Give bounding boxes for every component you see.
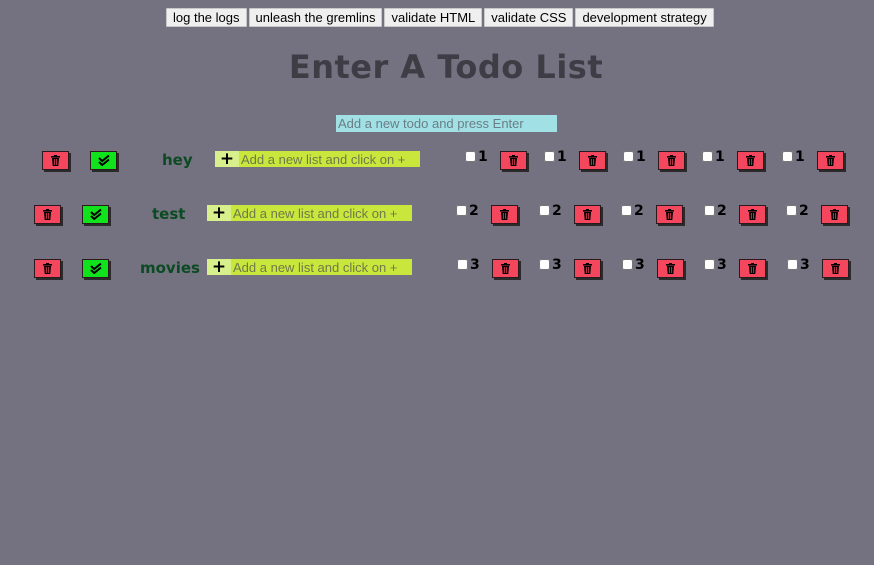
delete-list-item-button[interactable]	[656, 205, 683, 224]
complete-todo-button[interactable]	[82, 259, 109, 278]
trash-icon	[43, 209, 52, 220]
list-item-label: 1	[557, 149, 567, 165]
trash-icon	[509, 155, 518, 166]
todo-row: hey + 1 1 1 1 1	[0, 149, 874, 171]
delete-list-item-button[interactable]	[574, 205, 601, 224]
trash-icon	[831, 263, 840, 274]
list-item-checkbox[interactable]	[544, 151, 555, 162]
add-list-button[interactable]: +	[215, 149, 239, 169]
list-item-checkbox[interactable]	[623, 151, 634, 162]
add-list-group: +	[207, 203, 412, 223]
trash-icon	[583, 209, 592, 220]
list-item-checkbox[interactable]	[704, 259, 715, 270]
todo-name: hey	[162, 151, 193, 169]
todo-name: movies	[140, 259, 200, 277]
validate-html-button[interactable]: validate HTML	[384, 8, 483, 27]
delete-list-item-button[interactable]	[492, 259, 519, 278]
trash-icon	[748, 263, 757, 274]
list-item-checkbox[interactable]	[456, 205, 467, 216]
delete-list-item-button[interactable]	[821, 205, 848, 224]
double-check-icon	[89, 263, 102, 274]
add-list-input[interactable]	[231, 259, 412, 275]
add-list-button[interactable]: +	[207, 203, 231, 223]
delete-todo-button[interactable]	[42, 151, 69, 170]
log-the-logs-button[interactable]: log the logs	[166, 8, 247, 27]
page-title: Enter A Todo List	[288, 48, 604, 86]
delete-list-item-button[interactable]	[574, 259, 601, 278]
trash-icon	[583, 263, 592, 274]
complete-todo-button[interactable]	[82, 205, 109, 224]
trash-icon	[588, 155, 597, 166]
complete-todo-button[interactable]	[90, 151, 117, 170]
double-check-icon	[89, 209, 102, 220]
list-item-checkbox[interactable]	[457, 259, 468, 270]
trash-icon	[746, 155, 755, 166]
delete-list-item-button[interactable]	[491, 205, 518, 224]
delete-list-item-button[interactable]	[658, 151, 685, 170]
list-item-checkbox[interactable]	[539, 259, 550, 270]
list-item-label: 3	[717, 257, 727, 273]
development-strategy-button[interactable]: development strategy	[575, 8, 714, 27]
trash-icon	[748, 209, 757, 220]
trash-icon	[43, 263, 52, 274]
double-check-icon	[97, 155, 110, 166]
unleash-gremlins-button[interactable]: unleash the gremlins	[248, 8, 383, 27]
delete-list-item-button[interactable]	[579, 151, 606, 170]
trash-icon	[665, 209, 674, 220]
validate-css-button[interactable]: validate CSS	[484, 8, 574, 27]
add-list-input[interactable]	[239, 151, 420, 167]
list-item-label: 2	[552, 203, 562, 219]
list-item-label: 3	[470, 257, 480, 273]
delete-list-item-button[interactable]	[817, 151, 844, 170]
list-item-checkbox[interactable]	[702, 151, 713, 162]
trash-icon	[826, 155, 835, 166]
delete-list-item-button[interactable]	[657, 259, 684, 278]
todo-name: test	[152, 205, 186, 223]
list-item-label: 1	[636, 149, 646, 165]
add-list-group: +	[207, 257, 412, 277]
add-list-button[interactable]: +	[207, 257, 231, 277]
trash-icon	[51, 155, 60, 166]
new-todo-input[interactable]	[336, 115, 557, 132]
delete-list-item-button[interactable]	[737, 151, 764, 170]
delete-list-item-button[interactable]	[500, 151, 527, 170]
list-item-checkbox[interactable]	[621, 205, 632, 216]
trash-icon	[500, 209, 509, 220]
plus-icon: +	[211, 257, 227, 277]
list-item-label: 3	[635, 257, 645, 273]
list-item-label: 1	[795, 149, 805, 165]
list-item-checkbox[interactable]	[622, 259, 633, 270]
todo-row: movies + 3 3 3 3 3	[0, 257, 874, 279]
list-item-label: 2	[799, 203, 809, 219]
dev-toolbar: log the logs unleash the gremlins valida…	[166, 8, 714, 27]
list-item-label: 3	[800, 257, 810, 273]
delete-todo-button[interactable]	[34, 259, 61, 278]
list-item-label: 1	[478, 149, 488, 165]
list-item-label: 2	[717, 203, 727, 219]
trash-icon	[667, 155, 676, 166]
delete-list-item-button[interactable]	[739, 259, 766, 278]
list-item-checkbox[interactable]	[465, 151, 476, 162]
list-item-label: 2	[469, 203, 479, 219]
list-item-checkbox[interactable]	[787, 259, 798, 270]
plus-icon: +	[219, 149, 235, 169]
list-item-label: 3	[552, 257, 562, 273]
add-list-input[interactable]	[231, 205, 412, 221]
list-item-label: 2	[634, 203, 644, 219]
delete-todo-button[interactable]	[34, 205, 61, 224]
list-item-checkbox[interactable]	[786, 205, 797, 216]
delete-list-item-button[interactable]	[739, 205, 766, 224]
todo-row: test + 2 2 2 2 2	[0, 203, 874, 225]
list-item-checkbox[interactable]	[704, 205, 715, 216]
list-item-label: 1	[715, 149, 725, 165]
trash-icon	[501, 263, 510, 274]
delete-list-item-button[interactable]	[822, 259, 849, 278]
plus-icon: +	[211, 203, 227, 223]
list-item-checkbox[interactable]	[539, 205, 550, 216]
trash-icon	[830, 209, 839, 220]
list-item-checkbox[interactable]	[782, 151, 793, 162]
add-list-group: +	[215, 149, 420, 169]
trash-icon	[666, 263, 675, 274]
